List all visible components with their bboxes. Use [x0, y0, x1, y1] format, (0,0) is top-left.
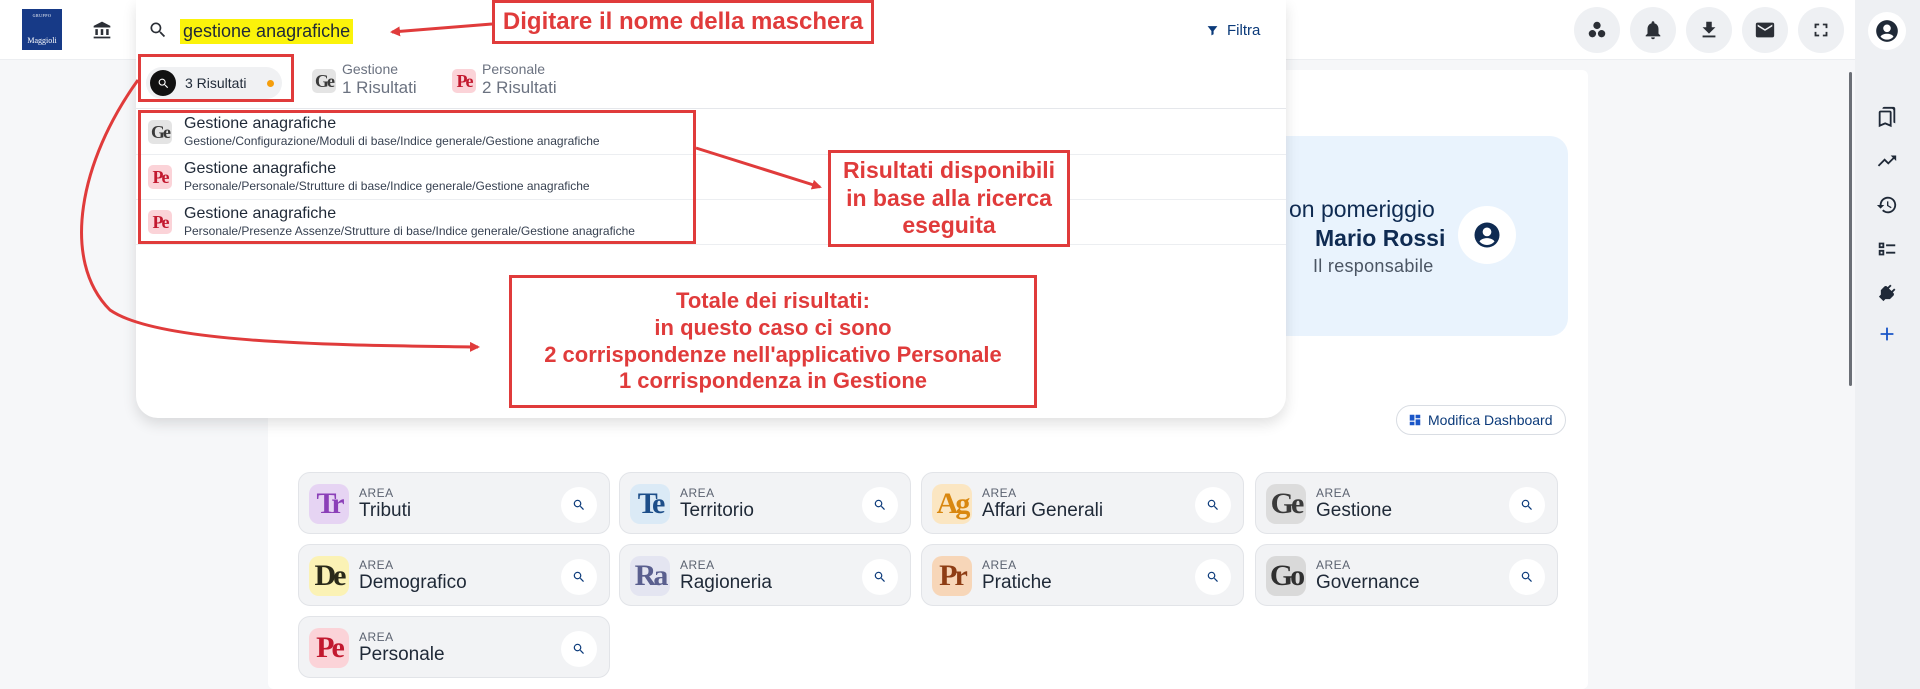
mail-button[interactable] — [1742, 7, 1788, 53]
area-search-button[interactable] — [862, 487, 898, 523]
area-logo-icon: Go — [1266, 556, 1306, 596]
apps-button[interactable] — [1574, 7, 1620, 53]
notifications-button[interactable] — [1630, 7, 1676, 53]
search-icon — [148, 20, 168, 40]
dashboard-icon — [1409, 414, 1421, 426]
bank-icon — [93, 21, 111, 39]
bubbles-icon — [1588, 21, 1606, 38]
area-tile-governance[interactable]: Go AREA Governance — [1255, 544, 1558, 606]
search-icon — [1207, 571, 1218, 582]
bookmarks-button[interactable] — [1872, 102, 1902, 132]
popup-divider — [136, 108, 1286, 109]
greeting-avatar — [1458, 206, 1516, 264]
app-logo-icon: Pe — [452, 69, 476, 93]
area-tile-affari-generali[interactable]: Ag AREA Affari Generali — [921, 472, 1244, 534]
search-icon — [573, 571, 584, 582]
account-circle-icon — [1876, 20, 1898, 42]
account-circle-icon — [1474, 222, 1500, 248]
annotation-box-results — [138, 110, 696, 244]
area-search-button[interactable] — [561, 559, 597, 595]
fullscreen-icon — [1814, 23, 1828, 37]
search-icon — [1207, 499, 1218, 510]
download-icon — [1702, 21, 1716, 38]
filter-icon — [1207, 25, 1218, 35]
area-tile-territorio[interactable]: Te AREA Territorio — [619, 472, 911, 534]
edit-dashboard-button[interactable]: Modifica Dashboard — [1396, 405, 1566, 435]
area-logo-icon: Ag — [932, 484, 972, 524]
plug-icon — [1878, 284, 1896, 302]
user-role: Il responsabile — [1313, 256, 1434, 276]
fullscreen-button[interactable] — [1798, 7, 1844, 53]
area-logo-icon: Ra — [630, 556, 670, 596]
search-icon — [1521, 499, 1532, 510]
bookmarks-icon — [1878, 106, 1896, 128]
checklist-button[interactable] — [1872, 234, 1902, 264]
trends-button[interactable] — [1872, 146, 1902, 176]
add-button[interactable] — [1872, 319, 1902, 349]
trending-up-icon — [1877, 155, 1897, 167]
area-tile-gestione[interactable]: Ge AREA Gestione — [1255, 472, 1558, 534]
search-icon — [573, 643, 584, 654]
annotation-box-total — [138, 54, 294, 102]
area-search-button[interactable] — [862, 559, 898, 595]
area-search-button[interactable] — [1509, 559, 1545, 595]
search-input[interactable]: gestione anagrafiche — [180, 19, 354, 44]
history-icon — [1876, 196, 1897, 214]
history-button[interactable] — [1872, 190, 1902, 220]
area-tile-pratiche[interactable]: Pr AREA Pratiche — [921, 544, 1244, 606]
plus-icon — [1880, 327, 1894, 341]
area-logo-icon: Ge — [1266, 484, 1306, 524]
page-scrollbar[interactable] — [1849, 72, 1852, 386]
area-logo-icon: Te — [630, 484, 670, 524]
area-tile-tributi[interactable]: Tr AREA Tributi — [298, 472, 610, 534]
maggioli-logo[interactable]: GRUPPO Maggioli — [22, 9, 62, 50]
area-tile-demografico[interactable]: De AREA Demografico — [298, 544, 610, 606]
plugins-button[interactable] — [1872, 278, 1902, 308]
greeting-text: on pomeriggio — [1289, 196, 1435, 222]
area-search-button[interactable] — [561, 487, 597, 523]
search-icon — [874, 571, 885, 582]
area-search-button[interactable] — [1195, 487, 1231, 523]
search-icon — [874, 499, 885, 510]
checklist-icon — [1878, 242, 1896, 256]
annotation-search: Digitare il nome della maschera — [492, 0, 874, 44]
area-search-button[interactable] — [561, 631, 597, 667]
app-logo-icon: Ge — [312, 69, 336, 93]
mail-icon — [1755, 22, 1775, 38]
filter-button[interactable]: Filtra — [1206, 14, 1286, 46]
area-logo-icon: De — [309, 556, 349, 596]
area-logo-icon: Pr — [932, 556, 972, 596]
area-logo-icon: Tr — [309, 484, 349, 524]
area-logo-icon: Pe — [309, 628, 349, 668]
area-tile-personale[interactable]: Pe AREA Personale — [298, 616, 610, 678]
download-button[interactable] — [1686, 7, 1732, 53]
search-icon — [573, 499, 584, 510]
user-name: Mario Rossi — [1315, 225, 1446, 251]
user-menu-button[interactable] — [1868, 12, 1906, 50]
area-search-button[interactable] — [1195, 559, 1231, 595]
annotation-results: Risultati disponibili in base alla ricer… — [828, 150, 1070, 247]
annotation-totals: Totale dei risultati: in questo caso ci … — [509, 275, 1037, 408]
institution-button[interactable] — [80, 8, 124, 52]
area-search-button[interactable] — [1509, 487, 1545, 523]
bell-icon — [1645, 21, 1661, 40]
area-tile-ragioneria[interactable]: Ra AREA Ragioneria — [619, 544, 911, 606]
search-icon — [1521, 571, 1532, 582]
